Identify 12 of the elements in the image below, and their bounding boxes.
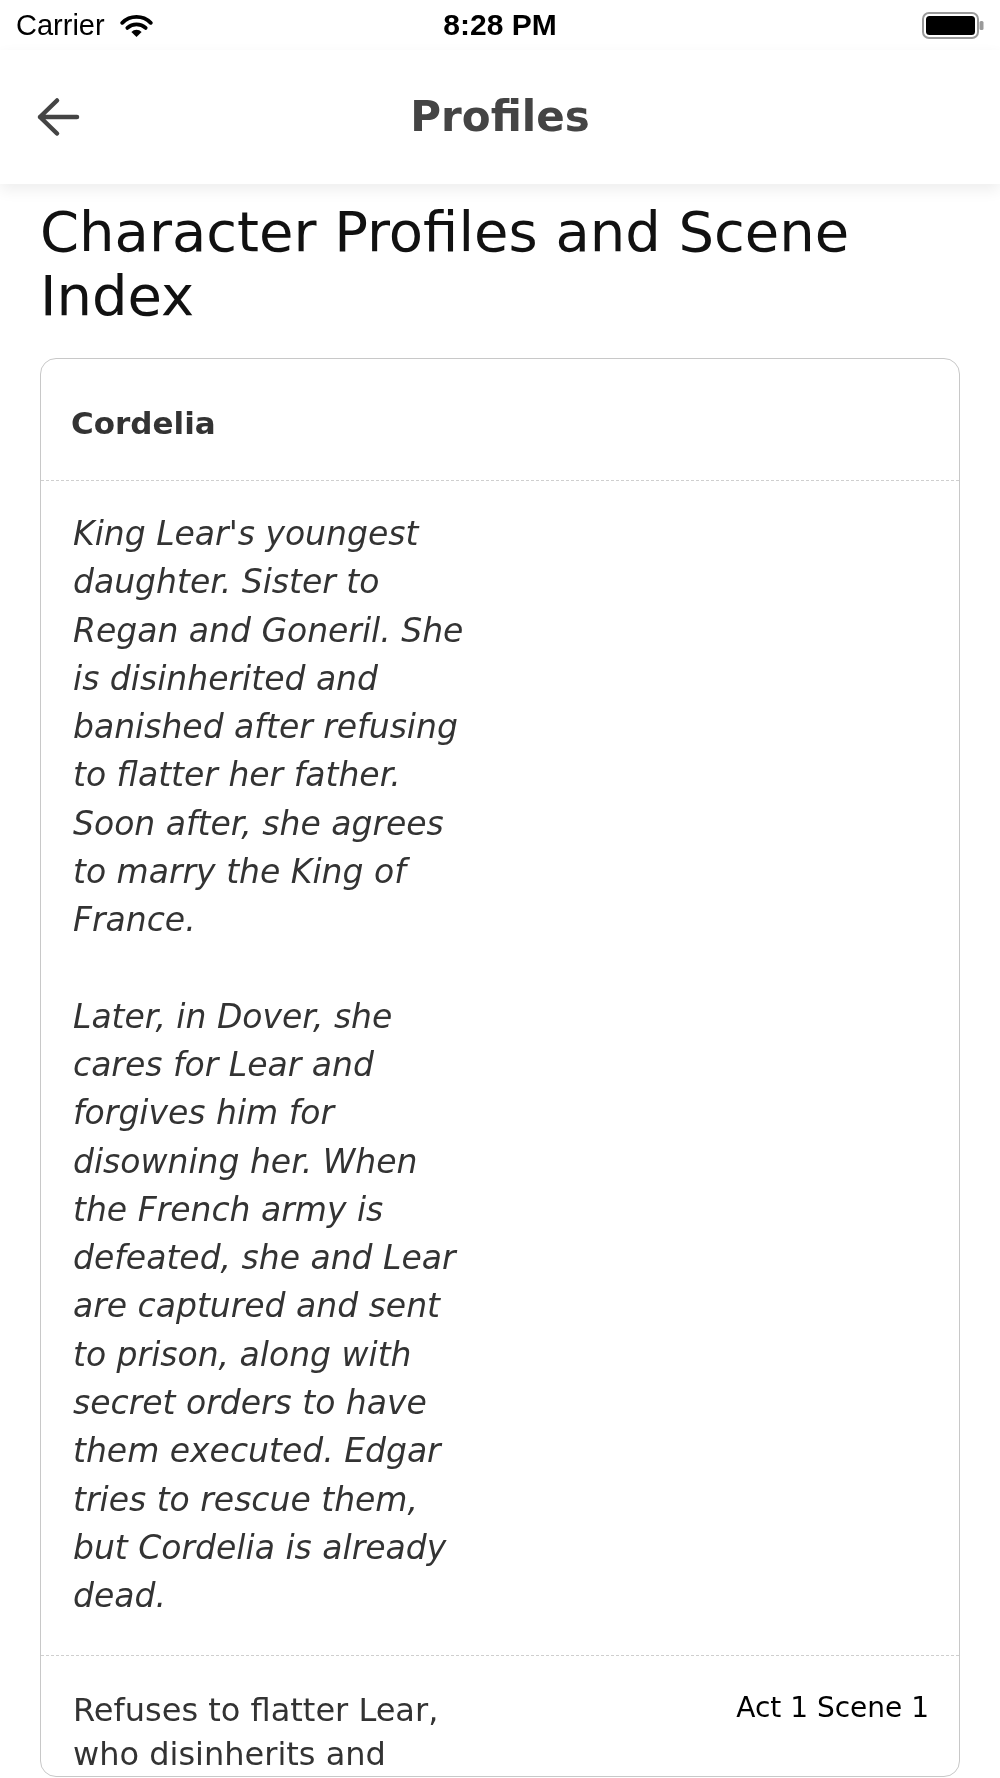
scene-reference: Act 1 Scene 1: [736, 1689, 929, 1726]
carrier-label: Carrier: [16, 8, 105, 42]
page-title: Character Profiles and Scene Index: [40, 200, 851, 328]
status-time: 8:28 PM: [443, 8, 557, 42]
arrow-left-icon: [36, 97, 80, 137]
profile-description: King Lear's youngest daughter. Sister to Regan and Goneril. She is disinherited and banished after refusing to flatter her father. Soon after, she agrees to marry the King of France.: [73, 513, 465, 942]
wifi-icon: [119, 12, 153, 38]
profile-description: Later, in Dover, she cares for Lear and forgives him for disowning her. When the French army is defeated, she and Lear are captured and sent to prison, along with secret orders to have them executed. Edgar tries to rescue them, but Cordelia is already dead.: [73, 995, 459, 1618]
scene-summary: Refuses to flatter Lear, who disinherits and: [73, 1689, 440, 1775]
battery-icon: [922, 11, 984, 39]
nav-title: Profiles: [410, 92, 590, 142]
profile-name: Cordelia: [71, 404, 217, 443]
